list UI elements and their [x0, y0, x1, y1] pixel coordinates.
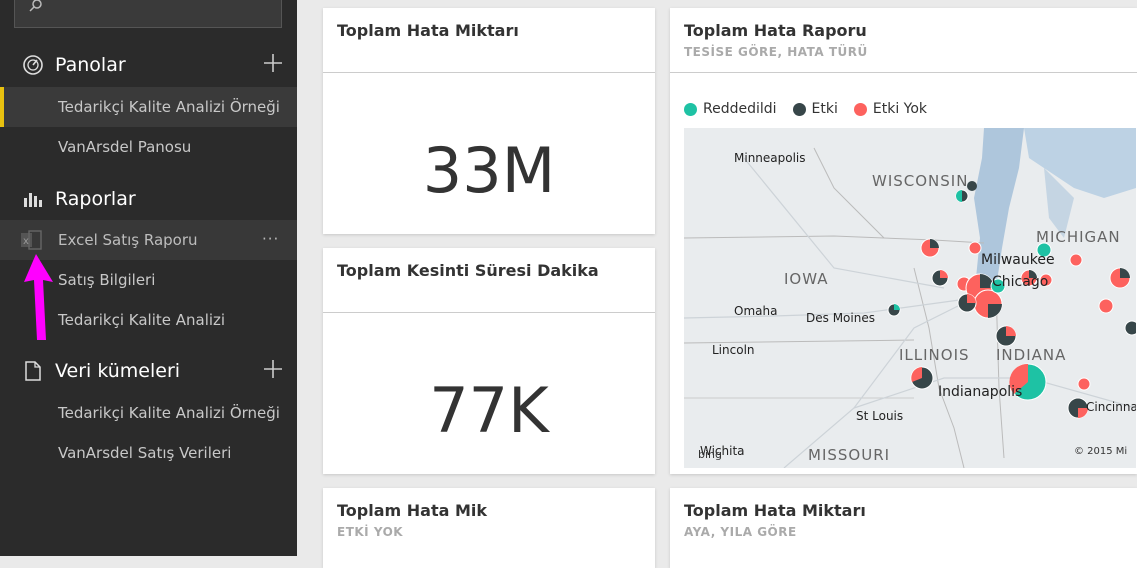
- map-label-state: IOWA: [784, 270, 829, 288]
- kpi-value: 33M: [422, 134, 556, 207]
- tile-subtitle: TESİSE GÖRE, HATA TÜRÜ: [684, 45, 868, 59]
- sidebar-item-dashboard-supplier-quality[interactable]: Tedarikçi Kalite Analizi Örneği: [0, 87, 297, 127]
- sidebar-item-label: Tedarikçi Kalite Analizi Örneği: [58, 98, 280, 116]
- section-title-reports: Raporlar: [55, 188, 136, 210]
- sidebar-item-label: Excel Satış Raporu: [58, 231, 198, 249]
- sidebar-item-dataset-vanarsdel[interactable]: VanArsdel Satış Verileri: [0, 433, 297, 473]
- map-label-city: Milwaukee: [981, 252, 1055, 268]
- map-label-state: MISSOURI: [808, 446, 891, 464]
- map-label-city: Chicago: [992, 274, 1049, 290]
- legend-item-impact: Etki: [792, 101, 838, 117]
- bing-logo: bing: [698, 448, 722, 461]
- tile-title: Toplam Hata Miktarı: [337, 21, 519, 40]
- search-input[interactable]: [14, 0, 282, 28]
- sidebar-item-label: Satış Bilgileri: [58, 271, 156, 289]
- section-title-datasets: Veri kümeleri: [55, 360, 181, 382]
- map-label-city: Minneapolis: [734, 151, 806, 165]
- annotation-arrow-icon: [24, 254, 53, 340]
- map-label-city: St Louis: [856, 409, 904, 423]
- tile-title: Toplam Hata Mik: [337, 501, 488, 520]
- map-label-city: Des Moines: [806, 311, 875, 325]
- search-icon: [29, 0, 42, 12]
- legend-dot-icon: [792, 102, 806, 116]
- tile-subtitle: ETKİ YOK: [337, 525, 404, 539]
- tile-subtitle: AYA, YILA GÖRE: [684, 525, 797, 539]
- tile-divider: [323, 312, 655, 313]
- legend-item-no-impact: Etki Yok: [853, 101, 928, 117]
- dashboard-icon: [23, 55, 43, 75]
- legend-label: Etki Yok: [872, 101, 928, 117]
- tile-title: Toplam Hata Miktarı: [684, 501, 866, 520]
- map-visual[interactable]: WISCONSIN MICHIGAN IOWA ILLINOIS INDIANA…: [684, 128, 1136, 468]
- map-label-state: WISCONSIN: [872, 172, 969, 190]
- map-label-state: INDIANA: [996, 346, 1067, 364]
- section-datasets[interactable]: Veri kümeleri: [0, 350, 297, 390]
- sidebar-item-dashboard-vanarsdel[interactable]: VanArsdel Panosu: [0, 127, 297, 167]
- legend-label: Reddedildi: [703, 101, 777, 117]
- legend-dot-icon: [853, 102, 867, 116]
- sidebar-item-label: VanArsdel Satış Verileri: [58, 444, 232, 462]
- tile-total-defect-qty[interactable]: Toplam Hata Miktarı 33M: [323, 8, 655, 234]
- tile-divider: [323, 72, 655, 73]
- navigation-pane: Panolar Tedarikçi Kalite Analizi Örneği …: [0, 0, 297, 556]
- tile-title: Toplam Hata Raporu: [684, 21, 867, 40]
- more-options-icon[interactable]: ···: [262, 230, 279, 248]
- map-label-city: Indianapolis: [938, 384, 1023, 400]
- map-label-state: MICHIGAN: [1036, 228, 1121, 246]
- map-legend: Reddedildi Etki Etki Yok: [684, 101, 927, 117]
- legend-item-rejected: Reddedildi: [684, 101, 777, 117]
- tile-total-defect-qty-by-month[interactable]: Toplam Hata Miktarı AYA, YILA GÖRE: [670, 488, 1137, 568]
- add-dashboard-icon[interactable]: [262, 52, 284, 74]
- map-label-state: ILLINOIS: [899, 346, 970, 364]
- tile-title: Toplam Kesinti Süresi Dakika: [337, 261, 599, 280]
- map-label-city: Omaha: [734, 304, 778, 318]
- sidebar-item-dataset-supplier-quality[interactable]: Tedarikçi Kalite Analizi Örneği: [0, 393, 297, 433]
- legend-dot-icon: [684, 102, 697, 116]
- svg-text:x: x: [23, 236, 29, 247]
- tile-total-defect-report-map[interactable]: Toplam Hata Raporu TESİSE GÖRE, HATA TÜR…: [670, 8, 1137, 474]
- tile-divider: [670, 72, 1137, 73]
- map-label-city: Lincoln: [712, 343, 755, 357]
- map-label-city: Cincinna: [1086, 400, 1136, 414]
- dashboard-canvas: Toplam Hata Miktarı 33M Toplam Kesinti S…: [297, 0, 1137, 568]
- legend-label: Etki: [811, 101, 838, 117]
- sidebar-item-label: VanArsdel Panosu: [58, 138, 192, 156]
- section-title-dashboards: Panolar: [55, 54, 126, 76]
- tile-total-defect-qty-no-impact[interactable]: Toplam Hata Mik ETKİ YOK: [323, 488, 655, 568]
- sidebar-item-label: Tedarikçi Kalite Analizi: [58, 311, 226, 329]
- add-dataset-icon[interactable]: [262, 358, 284, 380]
- excel-icon: x: [21, 230, 42, 250]
- sidebar-item-label: Tedarikçi Kalite Analizi Örneği: [58, 404, 280, 422]
- dataset-icon: [25, 361, 41, 381]
- map-copyright: © 2015 Mi: [1074, 446, 1128, 457]
- section-dashboards[interactable]: Panolar: [0, 44, 297, 84]
- section-reports[interactable]: Raporlar: [0, 178, 297, 218]
- report-icon: [24, 193, 42, 207]
- tile-total-downtime-minutes[interactable]: Toplam Kesinti Süresi Dakika 77K: [323, 248, 655, 474]
- kpi-value: 77K: [429, 374, 549, 447]
